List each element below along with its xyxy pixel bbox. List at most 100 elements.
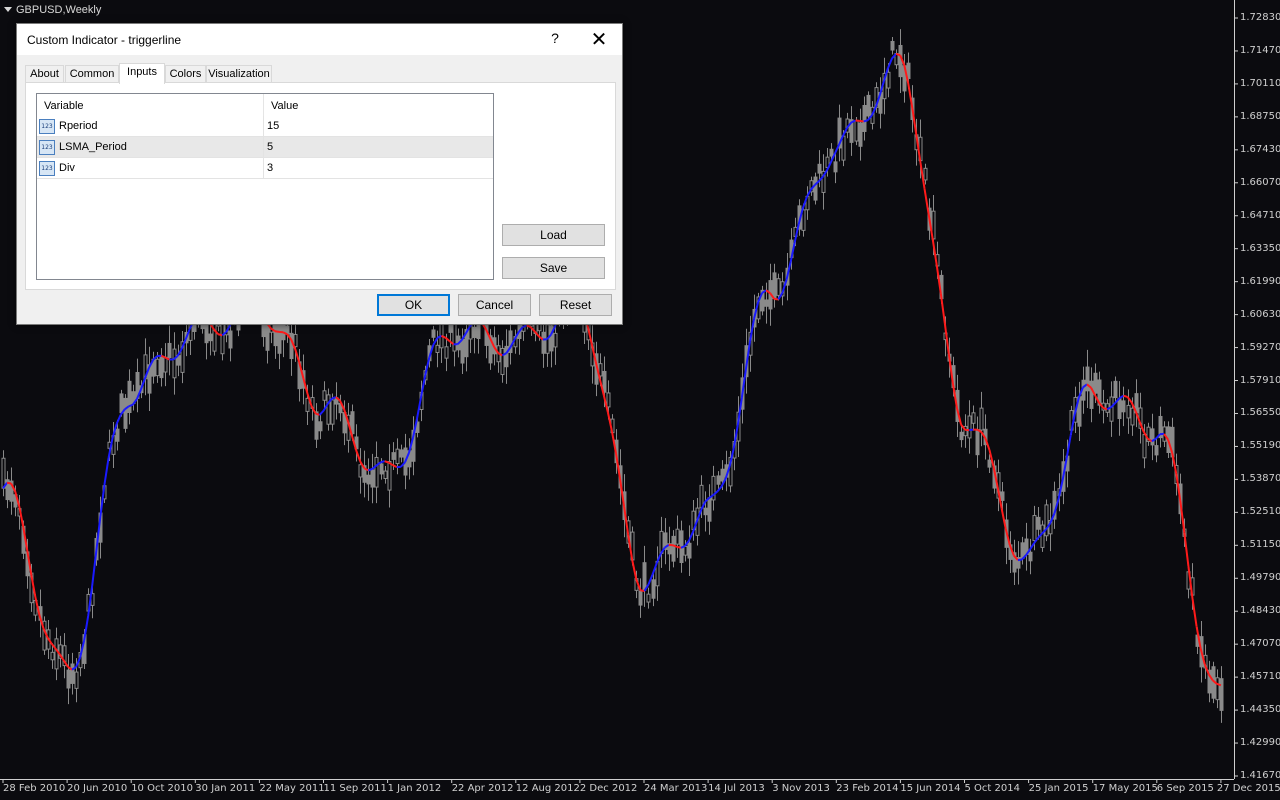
candle-body xyxy=(1154,445,1159,456)
candle-body xyxy=(813,176,818,201)
candle-body xyxy=(671,535,676,562)
candle-body xyxy=(1150,428,1155,446)
y-tick-label: 1.49790 xyxy=(1240,572,1280,584)
candle-body xyxy=(379,463,384,475)
input-row-div[interactable]: 123 Div 3 xyxy=(37,158,493,179)
candle-body xyxy=(833,161,838,173)
candle-body xyxy=(1113,380,1118,399)
x-tick-label: 1 Jan 2012 xyxy=(387,783,442,794)
trigger-line-down-segment xyxy=(384,460,390,464)
column-variable[interactable]: Variable xyxy=(44,100,84,112)
candle-body xyxy=(675,528,680,545)
trigger-line-down-segment xyxy=(274,330,280,333)
candle-body xyxy=(967,415,972,439)
candle-body xyxy=(452,322,457,352)
input-value[interactable]: 5 xyxy=(267,141,273,153)
candle-body xyxy=(1121,400,1126,413)
reset-button[interactable]: Reset xyxy=(539,294,612,316)
candle-body xyxy=(764,299,769,307)
save-button[interactable]: Save xyxy=(502,257,605,279)
x-tick-label: 22 May 2011 xyxy=(259,783,325,794)
y-tick-label: 1.72830 xyxy=(1240,12,1280,23)
tab-common[interactable]: Common xyxy=(65,65,119,83)
candle-body xyxy=(70,663,75,684)
input-row-lsma-period[interactable]: 123 LSMA_Period 5 xyxy=(37,137,493,158)
candle-body xyxy=(1036,516,1041,530)
x-tick-label: 24 Mar 2013 xyxy=(644,783,708,794)
candle-body xyxy=(374,456,379,488)
candle-body xyxy=(395,448,400,465)
trigger-line-up-segment xyxy=(863,119,868,123)
trigger-line-down-segment xyxy=(1123,394,1128,398)
tab-colors[interactable]: Colors xyxy=(165,65,206,83)
candle-body xyxy=(606,392,611,408)
y-tick-label: 1.45710 xyxy=(1240,671,1280,683)
x-tick-label: 27 Dec 2015 xyxy=(1216,783,1280,794)
y-tick-label: 1.64710 xyxy=(1240,209,1280,221)
input-value[interactable]: 15 xyxy=(267,120,279,132)
y-tick-label: 1.47070 xyxy=(1240,638,1280,650)
candle-body xyxy=(886,71,891,89)
candle-body xyxy=(683,545,688,556)
tab-inputs[interactable]: Inputs xyxy=(119,63,165,84)
close-button[interactable]: ✕ xyxy=(589,27,609,52)
trigger-line-up-segment xyxy=(380,460,385,464)
chart-menu-triangle-icon[interactable] xyxy=(4,7,12,12)
candle-body xyxy=(1109,396,1114,422)
column-value[interactable]: Value xyxy=(271,100,298,112)
candle-body xyxy=(646,593,651,603)
candle-body xyxy=(318,421,323,432)
candle-body xyxy=(890,40,895,51)
x-tick-label: 20 Jun 2010 xyxy=(67,783,128,794)
chart-title-text: GBPUSD,Weekly xyxy=(16,4,102,16)
inputs-grid[interactable]: Variable Value 123 Rperiod 15 123 LSMA_P… xyxy=(36,93,494,280)
trigger-line-down-segment xyxy=(6,481,12,485)
dialog-titlebar[interactable]: Custom Indicator - triggerline ? ✕ xyxy=(17,24,622,55)
tab-visualization[interactable]: Visualization xyxy=(206,65,272,83)
candle-body xyxy=(707,497,712,522)
y-tick-label: 1.55190 xyxy=(1240,440,1280,452)
y-tick-label: 1.48430 xyxy=(1240,605,1280,617)
y-tick-label: 1.59270 xyxy=(1240,341,1280,353)
input-name: LSMA_Period xyxy=(59,141,127,153)
trigger-line-down-segment xyxy=(859,119,864,123)
trigger-line-down-segment xyxy=(676,545,682,549)
candle-body xyxy=(472,326,477,338)
y-tick-label: 1.42990 xyxy=(1240,737,1280,749)
input-row-rperiod[interactable]: 123 Rperiod 15 xyxy=(37,116,493,137)
column-separator[interactable] xyxy=(263,94,264,116)
ok-button[interactable]: OK xyxy=(377,294,450,316)
candle-body xyxy=(854,120,859,142)
y-tick-label: 1.56550 xyxy=(1240,407,1280,419)
x-tick-label: 28 Feb 2010 xyxy=(3,783,66,794)
candle-body xyxy=(975,429,980,456)
input-value[interactable]: 3 xyxy=(267,162,273,174)
candle-body xyxy=(841,135,846,161)
custom-indicator-dialog: Custom Indicator - triggerline ? ✕ About… xyxy=(16,23,623,325)
candle-body xyxy=(383,470,388,480)
trigger-line-up-segment xyxy=(1017,558,1023,562)
chart-symbol-title[interactable]: GBPUSD,Weekly xyxy=(4,4,101,16)
candle-body xyxy=(651,579,656,599)
candle-body xyxy=(228,330,233,349)
x-tick-label: 22 Apr 2012 xyxy=(451,783,514,794)
candle-body xyxy=(987,459,992,468)
candle-body xyxy=(1219,678,1224,711)
cancel-button[interactable]: Cancel xyxy=(458,294,531,316)
candle-body xyxy=(862,104,867,132)
candle-body xyxy=(370,469,375,488)
candle-body xyxy=(444,346,449,359)
x-tick-label: 11 Sep 2011 xyxy=(323,783,387,794)
x-tick-label: 10 Oct 2010 xyxy=(131,783,194,794)
help-button[interactable]: ? xyxy=(547,30,563,46)
candle-body xyxy=(1093,372,1098,394)
candle-body xyxy=(866,94,871,117)
tab-about[interactable]: About xyxy=(25,65,64,83)
y-tick-label: 1.71470 xyxy=(1240,44,1280,56)
y-tick-label: 1.68750 xyxy=(1240,110,1280,122)
x-tick-label: 6 Sep 2015 xyxy=(1156,783,1214,794)
trigger-line-down-segment xyxy=(895,52,901,57)
load-button[interactable]: Load xyxy=(502,224,605,246)
candle-body xyxy=(1089,380,1094,409)
x-tick-label: 30 Jan 2011 xyxy=(195,783,256,794)
